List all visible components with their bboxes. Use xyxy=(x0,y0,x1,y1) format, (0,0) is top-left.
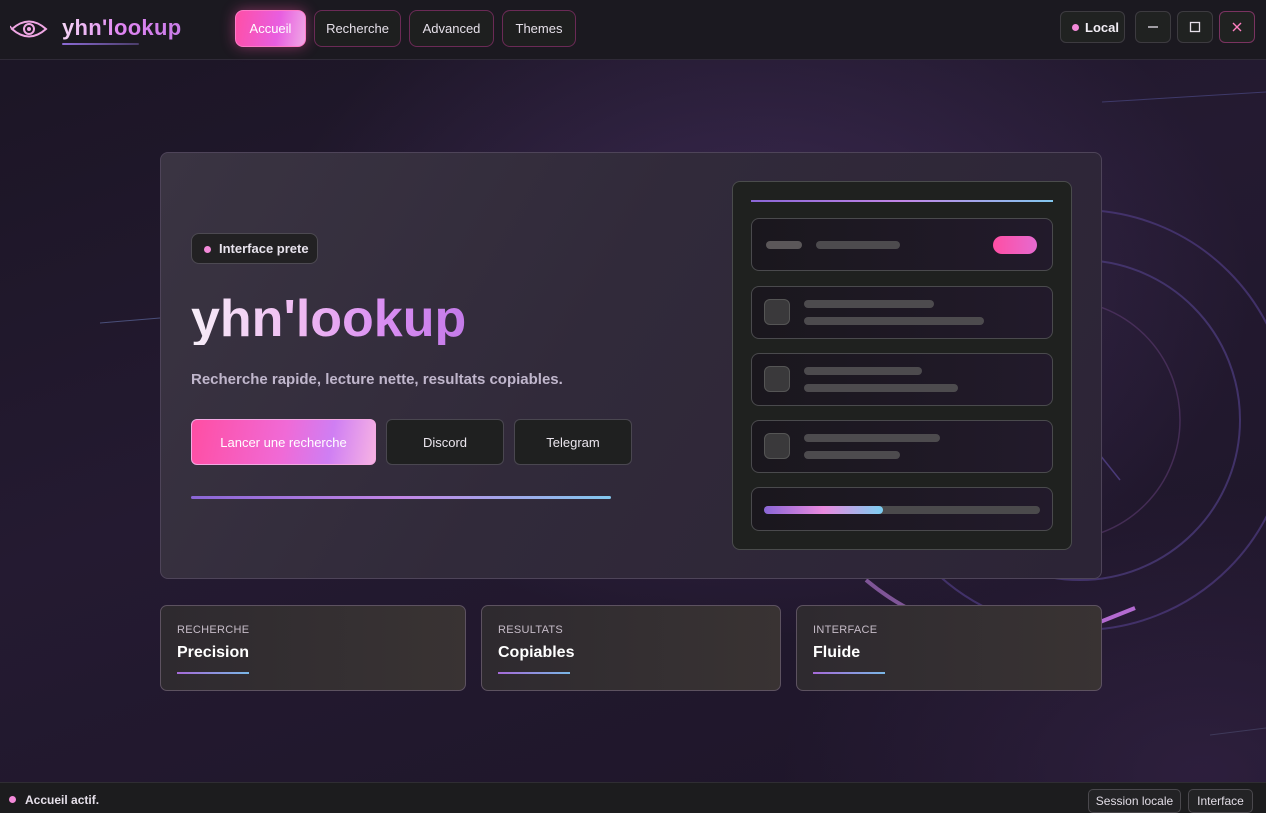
card-underline xyxy=(498,672,570,674)
card-underline xyxy=(813,672,885,674)
preview-accent-line xyxy=(751,200,1053,202)
preview-toggle xyxy=(993,236,1037,254)
tab-recherche[interactable]: Recherche xyxy=(314,10,401,47)
status-badge: Interface prete xyxy=(191,233,318,264)
preview-list-item xyxy=(751,353,1053,406)
card-underline xyxy=(177,672,249,674)
brand-underline xyxy=(62,43,139,45)
feature-card-interface: INTERFACE Fluide xyxy=(796,605,1102,691)
preview-progress-row xyxy=(751,487,1053,531)
top-bar: yhn'lookup Accueil Recherche Advanced Th… xyxy=(0,0,1266,60)
eye-logo-icon xyxy=(10,20,48,38)
hero-title: yhn'lookup xyxy=(191,290,467,348)
status-text: Accueil actif. xyxy=(25,793,100,807)
hero-subtitle: Recherche rapide, lecture nette, resulta… xyxy=(191,371,563,388)
session-locale-button[interactable]: Session locale xyxy=(1088,789,1181,813)
card-title: Copiables xyxy=(498,644,575,661)
preview-list-item xyxy=(751,420,1053,473)
local-mode-label: Local xyxy=(1085,19,1119,35)
preview-list-item xyxy=(751,286,1053,339)
interface-button[interactable]: Interface xyxy=(1188,789,1253,813)
tab-accueil[interactable]: Accueil xyxy=(235,10,306,47)
status-dot-icon xyxy=(9,796,16,803)
feature-card-recherche: RECHERCHE Precision xyxy=(160,605,466,691)
card-title: Fluide xyxy=(813,644,861,661)
card-kicker: RESULTATS xyxy=(498,624,564,636)
badge-label: Interface prete xyxy=(219,241,309,256)
hero-panel: Interface prete yhn'lookup Recherche rap… xyxy=(160,152,1102,579)
telegram-button[interactable]: Telegram xyxy=(514,419,632,465)
card-title: Precision xyxy=(177,644,250,661)
app-brand: yhn'lookup xyxy=(62,15,182,40)
tab-advanced[interactable]: Advanced xyxy=(409,10,494,47)
discord-button[interactable]: Discord xyxy=(386,419,504,465)
preview-progress-bar xyxy=(764,506,1040,514)
maximize-icon xyxy=(1189,21,1201,33)
minimize-button[interactable] xyxy=(1135,11,1171,43)
hero-divider xyxy=(191,496,611,499)
local-mode-indicator[interactable]: Local xyxy=(1060,11,1125,43)
badge-dot-icon xyxy=(204,246,211,253)
status-dot-icon xyxy=(1072,24,1079,31)
tab-themes[interactable]: Themes xyxy=(502,10,576,47)
interface-preview xyxy=(732,181,1072,550)
preview-progress-fill xyxy=(764,506,883,514)
card-kicker: INTERFACE xyxy=(813,624,878,636)
close-button[interactable] xyxy=(1219,11,1255,43)
launch-search-button[interactable]: Lancer une recherche xyxy=(191,419,376,465)
minimize-icon xyxy=(1148,26,1158,28)
feature-card-resultats: RESULTATS Copiables xyxy=(481,605,781,691)
preview-toggle-row xyxy=(751,218,1053,271)
card-kicker: RECHERCHE xyxy=(177,624,250,636)
status-bar: Accueil actif. Session locale Interface xyxy=(0,782,1266,813)
close-icon xyxy=(1232,22,1242,32)
maximize-button[interactable] xyxy=(1177,11,1213,43)
